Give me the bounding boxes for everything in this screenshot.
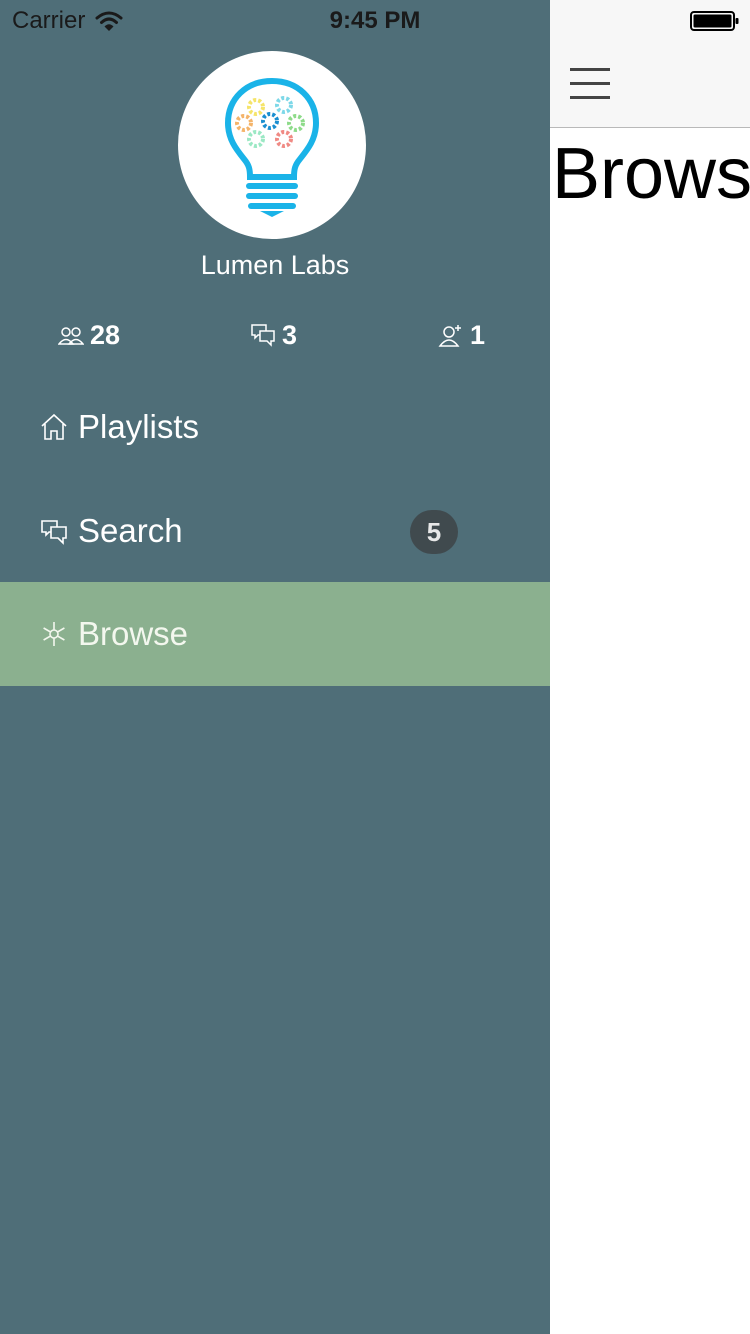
notification-badge: 5 <box>410 510 458 554</box>
chat-icon <box>41 520 67 545</box>
menu-button[interactable] <box>568 64 612 104</box>
add-user-icon <box>438 325 461 347</box>
hamburger-icon <box>570 82 610 85</box>
sidebar-item-label: Browse <box>78 615 189 652</box>
members-icon <box>58 327 84 345</box>
sidebar-item-playlists[interactable]: Playlists <box>0 375 550 479</box>
home-icon <box>41 413 67 440</box>
stat-followers-value: 1 <box>470 319 486 350</box>
sidebar-item-search[interactable]: Search 5 <box>0 479 550 583</box>
sidebar-item-browse[interactable]: Browse <box>0 582 550 686</box>
sidebar-item-label: Search <box>78 512 183 549</box>
sidebar-item-label: Playlists <box>78 408 200 445</box>
status-time: 9:45 PM <box>329 7 421 34</box>
profile-name: Lumen Labs <box>200 250 350 280</box>
lightbulb-gears-icon <box>224 77 320 217</box>
chat-icon <box>251 324 275 347</box>
hamburger-icon <box>570 96 610 99</box>
stat-followers[interactable]: 1 <box>438 315 485 355</box>
stat-members-value: 28 <box>90 319 121 350</box>
asterisk-icon <box>43 622 65 646</box>
main-content: Brows <box>550 0 750 1334</box>
profile-avatar[interactable] <box>178 51 366 239</box>
hamburger-icon <box>570 68 610 71</box>
stat-chats[interactable]: 3 <box>250 315 297 355</box>
side-drawer: Carrier Lumen Labs 28 3 1 Playlists Sear… <box>0 0 550 1334</box>
stat-members[interactable]: 28 <box>58 315 120 355</box>
stat-chats-value: 3 <box>282 319 298 350</box>
page-title: Brows <box>552 134 750 214</box>
